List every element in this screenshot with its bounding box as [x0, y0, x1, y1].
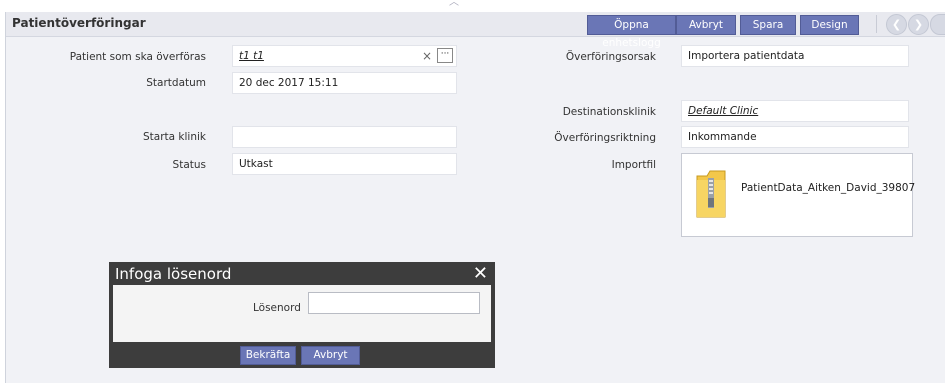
more-nav-icon[interactable] — [930, 14, 945, 35]
insert-password-dialog: Infoga lösenord ✕ Lösenord Bekräfta Avbr… — [109, 262, 495, 368]
previous-icon[interactable]: ❮ — [886, 14, 907, 35]
dialog-title: Infoga lösenord — [115, 265, 232, 283]
transfer-direction-field: Inkommande — [681, 126, 909, 148]
save-button[interactable]: Spara — [740, 15, 796, 35]
destination-clinic-field[interactable]: Default Clinic — [681, 100, 909, 122]
start-clinic-field[interactable] — [232, 126, 457, 148]
import-file-label: Importfil — [611, 159, 656, 171]
close-icon[interactable]: ✕ — [473, 263, 488, 284]
collapse-caret-icon[interactable]: ︿ — [448, 0, 460, 8]
panel-titlebar: Patientöverföringar Öppna enhetslogg Avb… — [6, 12, 945, 49]
open-unit-log-button[interactable]: Öppna enhetslogg — [587, 15, 676, 49]
transfer-reason-field[interactable]: Importera patientdata — [681, 45, 909, 67]
patient-label: Patient som ska överföras — [69, 51, 206, 63]
cancel-button[interactable]: Avbryt — [676, 15, 736, 35]
top-strip: ︿ — [0, 0, 945, 12]
status-label: Status — [172, 159, 206, 171]
start-date-label: Startdatum — [146, 77, 206, 89]
password-input[interactable] — [308, 292, 480, 314]
start-date-field[interactable]: 20 dec 2017 15:11 — [232, 72, 457, 94]
destination-clinic-label: Destinationsklinik — [562, 106, 656, 118]
transfer-reason-label: Överföringsorsak — [565, 51, 656, 63]
transfer-direction-label: Överföringsriktning — [554, 132, 656, 144]
dialog-body: Lösenord — [113, 285, 491, 342]
clear-icon[interactable]: × — [422, 46, 432, 66]
zip-folder-icon — [696, 170, 726, 218]
destination-clinic-link[interactable]: Default Clinic — [688, 105, 758, 117]
dialog-cancel-button[interactable]: Avbryt — [301, 346, 360, 365]
browse-button[interactable]: ··· — [437, 48, 453, 63]
confirm-button[interactable]: Bekräfta — [240, 346, 296, 365]
import-file-box[interactable]: PatientData_Aitken_David_39807 — [681, 153, 915, 237]
next-icon[interactable]: ❯ — [908, 14, 929, 35]
patient-transfer-panel: Patientöverföringar Öppna enhetslogg Avb… — [5, 12, 945, 383]
patient-field[interactable]: t1 t1 × ··· — [232, 45, 457, 67]
start-clinic-label: Starta klinik — [143, 131, 206, 143]
toolbar-divider — [876, 15, 877, 33]
design-button[interactable]: Design — [800, 15, 859, 35]
password-label: Lösenord — [253, 302, 301, 314]
page-title: Patientöverföringar — [12, 16, 146, 30]
status-field: Utkast — [232, 153, 457, 175]
patient-value[interactable]: t1 t1 — [239, 50, 264, 62]
import-file-name[interactable]: PatientData_Aitken_David_39807 — [741, 182, 915, 194]
